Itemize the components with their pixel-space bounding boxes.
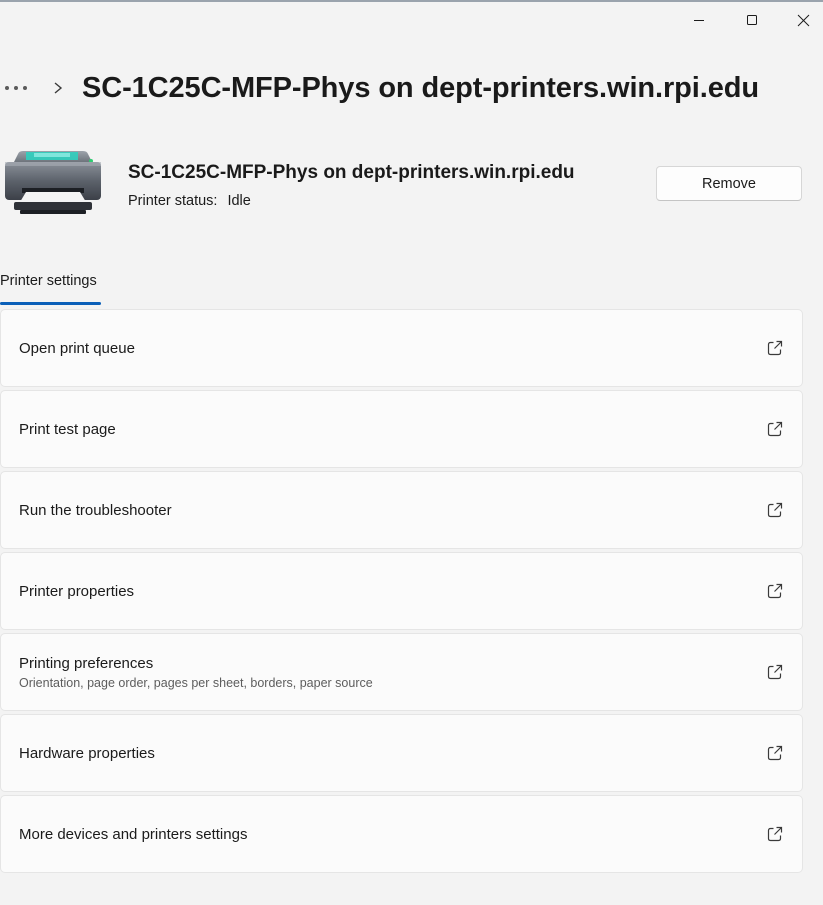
list-item-label: Printing preferences	[19, 654, 154, 672]
printer-status-label: Printer status:	[128, 193, 218, 209]
list-item-label: Printer properties	[19, 582, 135, 600]
maximize-button[interactable]	[729, 6, 775, 34]
printer-name: SC-1C25C-MFP-Phys on dept-printers.win.r…	[128, 162, 575, 183]
printer-status-value: Idle	[227, 193, 251, 209]
chevron-right-icon	[44, 81, 72, 95]
tab-printer-settings[interactable]: Printer settings	[0, 272, 101, 306]
printer-properties-item[interactable]: Printer properties	[0, 552, 803, 630]
breadcrumb-more-button[interactable]: •••	[4, 78, 32, 98]
list-item-label: More devices and printers settings	[19, 825, 248, 843]
open-print-queue-item[interactable]: Open print queue	[0, 309, 803, 387]
tab-selected-indicator	[0, 302, 101, 305]
maximize-icon	[747, 15, 757, 25]
open-external-icon	[767, 502, 783, 518]
open-external-icon	[767, 583, 783, 599]
list-item-label: Hardware properties	[19, 744, 155, 762]
list-item-label: Open print queue	[19, 339, 135, 357]
open-external-icon	[767, 745, 783, 761]
remove-button[interactable]: Remove	[656, 166, 802, 201]
close-button[interactable]	[780, 6, 823, 34]
close-icon	[797, 14, 809, 26]
minimize-icon	[694, 20, 704, 21]
list-item-label: Print test page	[19, 420, 116, 438]
hardware-properties-item[interactable]: Hardware properties	[0, 714, 803, 792]
open-external-icon	[767, 826, 783, 842]
printer-status: Printer status: Idle	[128, 193, 251, 209]
minimize-button[interactable]	[676, 6, 722, 34]
list-item-label: Run the troubleshooter	[19, 501, 172, 519]
open-external-icon	[767, 664, 783, 680]
more-devices-printers-settings-item[interactable]: More devices and printers settings	[0, 795, 803, 873]
open-external-icon	[767, 421, 783, 437]
list-item-description: Orientation, page order, pages per sheet…	[19, 675, 373, 690]
print-test-page-item[interactable]: Print test page	[0, 390, 803, 468]
window-top-border	[0, 0, 823, 2]
tab-label: Printer settings	[0, 273, 97, 289]
page-title: SC-1C25C-MFP-Phys on dept-printers.win.r…	[82, 71, 759, 104]
printing-preferences-item[interactable]: Printing preferences Orientation, page o…	[0, 633, 803, 711]
ellipsis-icon	[5, 86, 27, 90]
open-external-icon	[767, 340, 783, 356]
printer-icon	[5, 151, 101, 214]
settings-list: Open print queue Print test page Run the…	[0, 309, 803, 876]
run-troubleshooter-item[interactable]: Run the troubleshooter	[0, 471, 803, 549]
breadcrumb: ••• SC-1C25C-MFP-Phys on dept-printers.w…	[4, 66, 759, 110]
